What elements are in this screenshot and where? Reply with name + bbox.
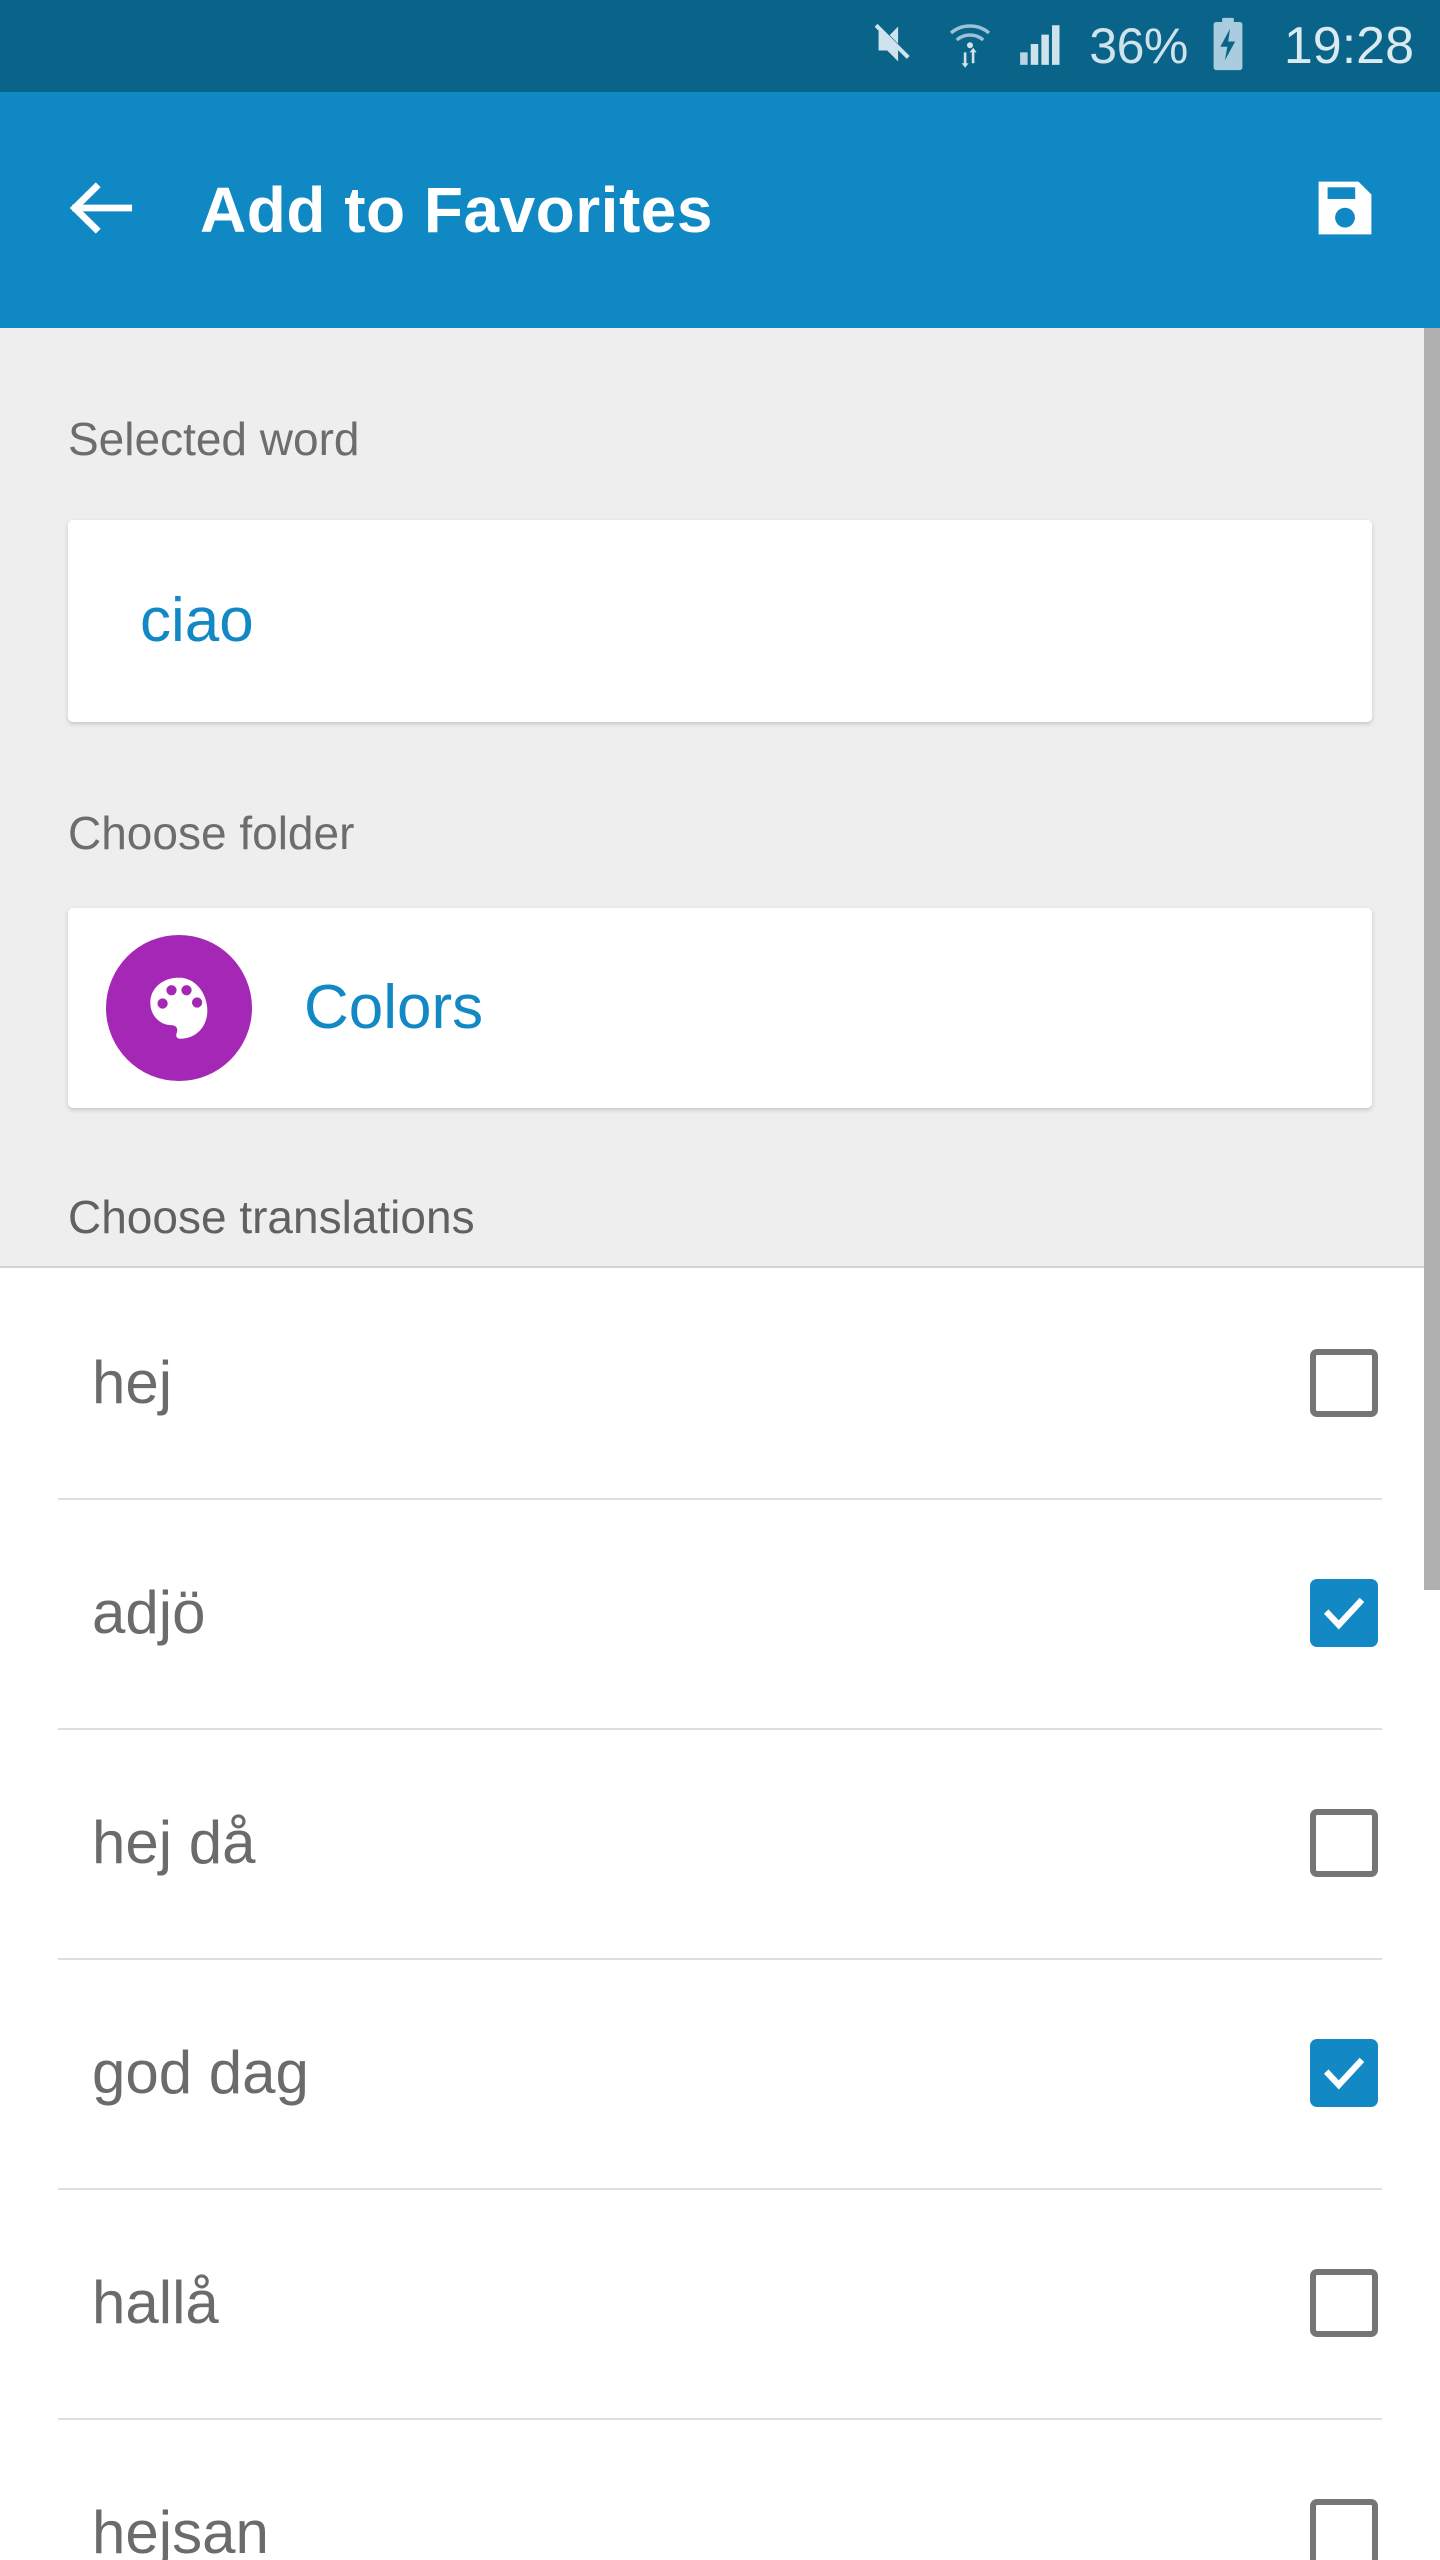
status-bar: 36% 19:28: [0, 0, 1440, 92]
back-button[interactable]: [58, 167, 144, 253]
translation-checkbox[interactable]: [1310, 1809, 1378, 1877]
selected-word-value: ciao: [140, 586, 254, 655]
wifi-icon: [945, 18, 995, 75]
selected-word-field[interactable]: ciao: [68, 520, 1372, 722]
table-row[interactable]: god dag: [0, 1958, 1440, 2188]
translation-label: adjö: [92, 1579, 206, 1646]
translation-label: hejsan: [92, 2499, 269, 2560]
translations-list: hej adjö hej då god dag hallå hejsan: [0, 1268, 1440, 2560]
scrollbar-thumb[interactable]: [1424, 328, 1440, 1590]
folder-selector[interactable]: Colors: [68, 908, 1372, 1108]
translation-checkbox[interactable]: [1310, 2269, 1378, 2337]
table-row[interactable]: hej: [0, 1268, 1440, 1498]
status-icons: 36% 19:28: [871, 17, 1414, 76]
translation-label: god dag: [92, 2039, 309, 2106]
mute-icon: [871, 18, 923, 75]
app-screen: 36% 19:28 Add to Favorites Selected word…: [0, 0, 1440, 2560]
table-row[interactable]: hej då: [0, 1728, 1440, 1958]
translation-label: hallå: [92, 2269, 219, 2336]
choose-translations-label: Choose translations: [68, 1191, 475, 1243]
battery-charging-icon: [1210, 17, 1246, 76]
scrollbar[interactable]: [1424, 328, 1440, 2560]
table-row[interactable]: adjö: [0, 1498, 1440, 1728]
back-arrow-icon: [62, 169, 140, 252]
clock-label: 19:28: [1283, 17, 1414, 75]
selected-word-label: Selected word: [68, 413, 360, 465]
save-floppy-icon: [1309, 172, 1381, 249]
page-title: Add to Favorites: [200, 174, 713, 246]
check-icon: [1323, 2057, 1365, 2090]
translation-label: hej då: [92, 1809, 256, 1876]
save-button[interactable]: [1302, 167, 1388, 253]
form-area: Selected word ciao Choose folder Colors …: [0, 328, 1440, 1266]
translation-checkbox[interactable]: [1310, 1579, 1378, 1647]
choose-folder-label: Choose folder: [68, 807, 355, 859]
palette-icon: [106, 935, 252, 1081]
translation-checkbox[interactable]: [1310, 1349, 1378, 1417]
battery-percent-label: 36%: [1089, 18, 1188, 74]
table-row[interactable]: hallå: [0, 2188, 1440, 2418]
translation-checkbox[interactable]: [1310, 2499, 1378, 2560]
translation-label: hej: [92, 1349, 173, 1416]
app-bar: Add to Favorites: [0, 92, 1440, 328]
table-row[interactable]: hejsan: [0, 2418, 1440, 2560]
check-icon: [1323, 1597, 1365, 1630]
translation-checkbox[interactable]: [1310, 2039, 1378, 2107]
signal-icon: [1017, 19, 1067, 74]
folder-name-label: Colors: [304, 973, 484, 1042]
